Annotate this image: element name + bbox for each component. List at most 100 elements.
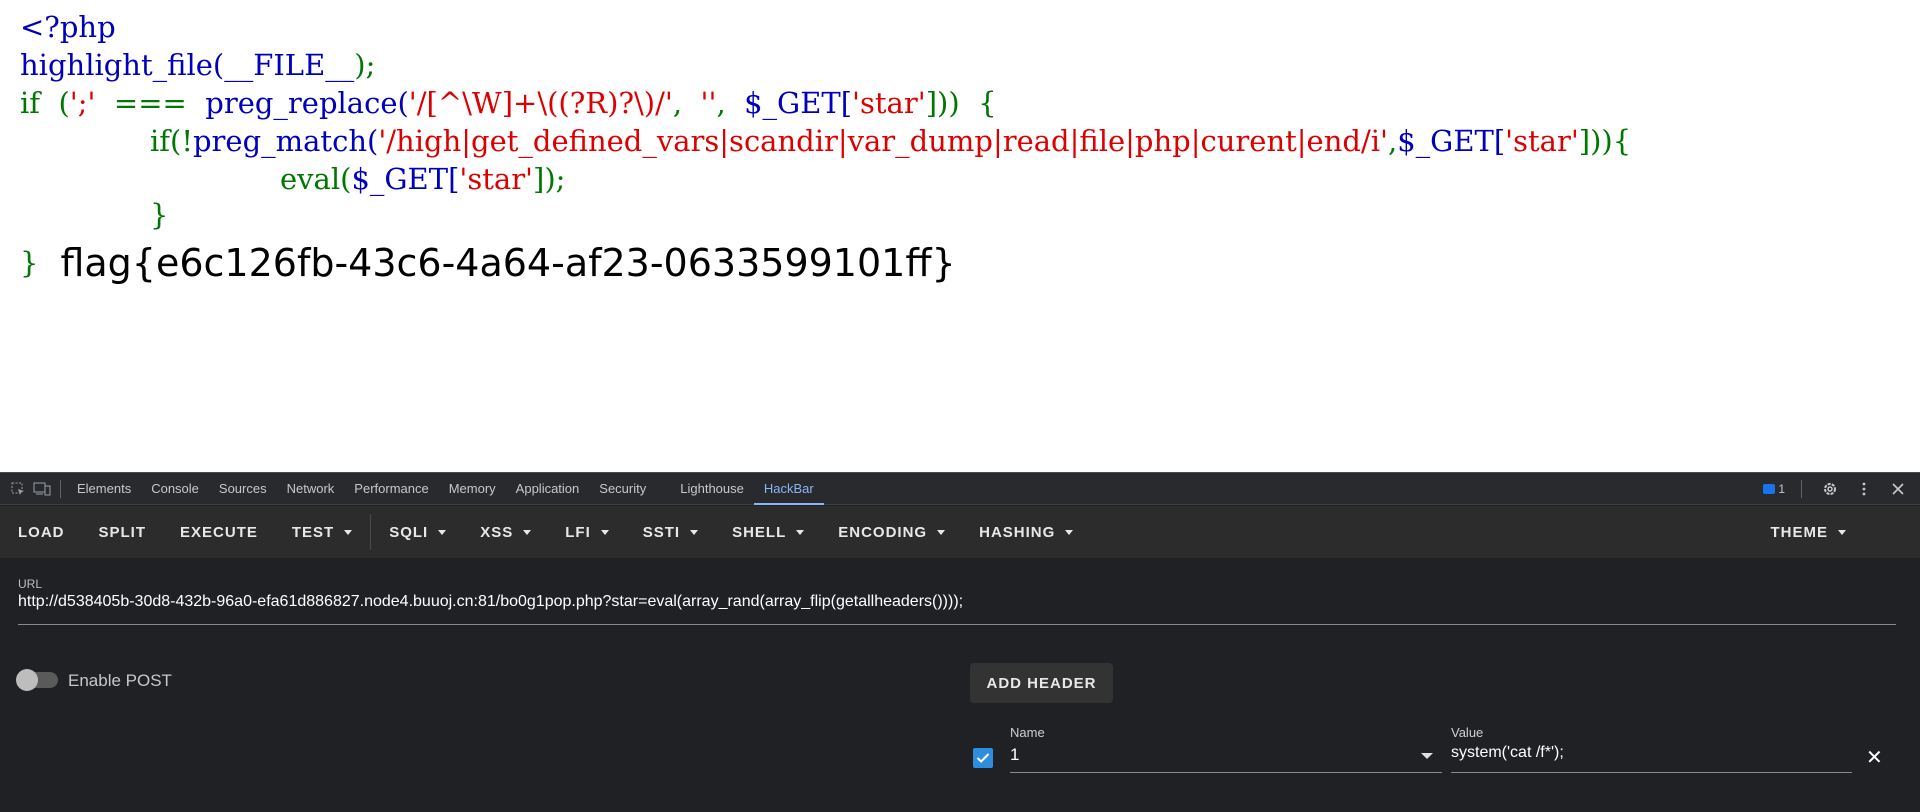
code-line-7: } flag{e6c126fb-43c6-4a64-af23-0633599101… — [20, 241, 956, 283]
code-var: $_GET[ — [1397, 124, 1506, 158]
chevron-down-icon — [344, 529, 353, 535]
enable-post-toggle[interactable] — [16, 669, 58, 691]
code-punct: , — [1387, 124, 1398, 158]
code-str: ';' — [69, 86, 96, 120]
code-end: ])){ — [1578, 124, 1632, 158]
ssti-menu[interactable]: SSTI — [642, 523, 699, 541]
chevron-down-icon — [796, 529, 805, 535]
chevron-down-icon — [523, 529, 532, 535]
chevron-down-icon — [600, 529, 609, 535]
ssti-label: SSTI — [642, 523, 681, 541]
inspect-element-icon[interactable] — [6, 477, 30, 501]
header-value-label: Value — [1451, 725, 1484, 740]
chevron-down-icon — [438, 529, 447, 535]
code-str: '/[^\W]+\((?R)?\)/' — [408, 86, 673, 120]
header-name-label: Name — [1010, 725, 1045, 740]
tab-lighthouse[interactable]: Lighthouse — [670, 473, 754, 505]
xss-menu[interactable]: XSS — [480, 523, 532, 541]
code-punct: , — [672, 86, 701, 120]
code-str: 'star' — [459, 162, 534, 196]
message-count: 1 — [1778, 482, 1785, 496]
code-fn: highlight_file( — [20, 48, 225, 82]
flag-output: flag{e6c126fb-43c6-4a64-af23-0633599101f… — [60, 241, 956, 285]
chevron-down-icon — [1065, 529, 1074, 535]
header-enabled-checkbox[interactable] — [973, 748, 993, 768]
load-button[interactable]: LOAD — [18, 524, 65, 541]
page-source-view: <?php highlight_file(__FILE__); if (';' … — [0, 0, 1920, 472]
code-end: ); — [354, 48, 376, 82]
shell-menu[interactable]: SHELL — [732, 524, 805, 541]
device-toolbar-icon[interactable] — [30, 477, 54, 501]
code-var: $_GET[ — [744, 86, 853, 120]
code-arg: __FILE__ — [224, 48, 355, 82]
code-str: 'star' — [1505, 124, 1579, 158]
add-header-button[interactable]: ADD HEADER — [970, 663, 1113, 703]
code-end: ])) { — [925, 86, 997, 120]
theme-label: THEME — [1770, 523, 1828, 541]
code-var: $_GET[ — [351, 162, 460, 196]
remove-header-close-icon[interactable]: ✕ — [1866, 745, 1883, 770]
hashing-label: HASHING — [979, 523, 1056, 541]
code-fn: preg_replace( — [205, 86, 409, 120]
code-end: ]); — [533, 162, 566, 196]
url-input[interactable]: http://d538405b-30d8-432b-96a0-efa61d886… — [18, 593, 963, 611]
chevron-down-icon — [1838, 529, 1846, 535]
code-line-5: eval($_GET['star']); — [280, 160, 565, 198]
tab-memory[interactable]: Memory — [439, 473, 506, 505]
code-line-6: } — [150, 198, 169, 232]
tab-network[interactable]: Network — [277, 473, 345, 505]
code-line-2: highlight_file(__FILE__); — [20, 46, 375, 84]
url-input-underline — [18, 624, 1896, 625]
lfi-menu[interactable]: LFI — [565, 524, 609, 541]
message-icon — [1763, 484, 1776, 494]
tab-security[interactable]: Security — [589, 473, 656, 505]
code-kw: if(! — [150, 124, 193, 158]
url-field-label: URL — [18, 577, 43, 591]
tab-application[interactable]: Application — [506, 473, 590, 505]
devtools-tabbar: Elements Console Sources Network Perform… — [0, 473, 1920, 505]
tab-performance[interactable]: Performance — [344, 473, 438, 505]
code-fn: eval( — [280, 162, 352, 196]
checkmark-icon — [976, 753, 990, 763]
message-count-badge[interactable]: 1 — [1763, 482, 1785, 496]
header-value-input[interactable]: system('cat /f*'); — [1451, 744, 1564, 762]
chevron-down-icon[interactable] — [1421, 753, 1433, 759]
encoding-menu[interactable]: ENCODING — [838, 524, 946, 541]
settings-gear-icon[interactable] — [1818, 477, 1842, 501]
code-str: '' — [700, 86, 717, 120]
tab-console[interactable]: Console — [141, 473, 209, 505]
devtools-actions: 1 — [1763, 473, 1910, 505]
split-label: SPLIT — [98, 523, 147, 541]
devtools-panel: Elements Console Sources Network Perform… — [0, 472, 1920, 812]
code-str: '/high|get_defined_vars|scandir|var_dump… — [378, 124, 1388, 158]
header-name-underline — [1010, 772, 1442, 773]
code-punct: , — [716, 86, 745, 120]
tab-sources[interactable]: Sources — [209, 473, 277, 505]
chevron-down-icon — [690, 529, 699, 535]
header-name-input[interactable]: 1 — [1010, 745, 1019, 765]
toolbar-divider — [370, 514, 372, 550]
hashing-menu[interactable]: HASHING — [979, 523, 1074, 541]
test-label: TEST — [291, 523, 335, 541]
enable-post-label: Enable POST — [68, 671, 172, 690]
closing-brace: } — [20, 246, 39, 280]
more-options-icon[interactable] — [1852, 477, 1876, 501]
lfi-label: LFI — [565, 523, 591, 541]
code-line-4: if(!preg_match('/high|get_defined_vars|s… — [150, 122, 1631, 160]
sqli-label: SQLI — [389, 523, 429, 541]
code-fn: preg_match( — [192, 124, 379, 158]
code-kw: if ( — [20, 86, 70, 120]
code-line-3: if (';' === preg_replace('/[^\W]+\((?R)?… — [20, 84, 997, 122]
tab-elements[interactable]: Elements — [67, 473, 141, 505]
actions-divider — [1801, 480, 1802, 498]
tab-hackbar[interactable]: HackBar — [753, 473, 824, 505]
theme-menu[interactable]: THEME — [1770, 506, 1846, 558]
test-menu[interactable]: TEST — [291, 523, 353, 541]
hackbar-toolbar: LOAD SPLIT EXECUTE TEST SQLI XSS LFI SST… — [0, 506, 1920, 558]
split-button[interactable]: SPLIT — [99, 524, 147, 541]
close-devtools-icon[interactable] — [1886, 477, 1910, 501]
sqli-menu[interactable]: SQLI — [389, 523, 447, 541]
xss-label: XSS — [480, 523, 514, 541]
execute-button[interactable]: EXECUTE — [180, 524, 258, 541]
header-value-underline — [1451, 772, 1852, 773]
